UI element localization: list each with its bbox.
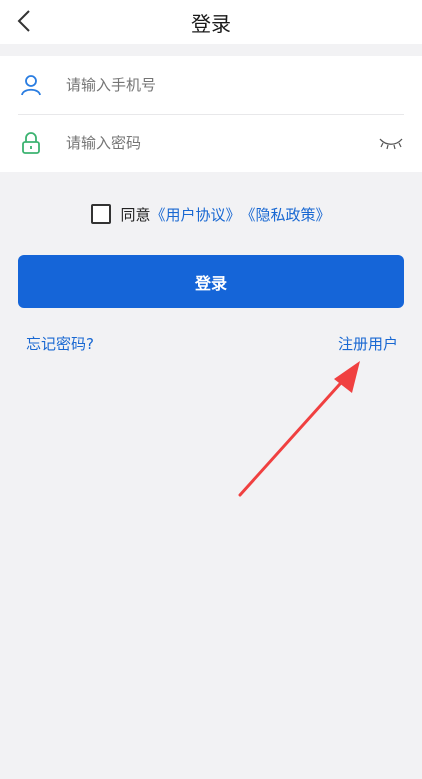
password-row (0, 114, 422, 172)
agree-checkbox[interactable] (91, 204, 112, 224)
user-agreement-link[interactable]: 《用户协议》 (150, 204, 240, 225)
annotation-arrow (238, 361, 360, 497)
register-link[interactable]: 注册用户 (338, 333, 398, 354)
lock-icon (22, 132, 40, 154)
agreement-row: 同意 《用户协议》 《隐私政策》 (0, 200, 422, 228)
page-title: 登录 (191, 11, 231, 36)
agree-prefix: 同意 (120, 205, 151, 224)
chevron-left-icon (17, 10, 30, 32)
forgot-password-link[interactable]: 忘记密码? (26, 333, 94, 354)
phone-row (0, 56, 422, 114)
eye-closed-icon[interactable] (378, 136, 404, 150)
password-input[interactable] (66, 134, 260, 152)
back-button[interactable] (10, 6, 38, 36)
phone-input[interactable] (66, 76, 260, 94)
privacy-policy-link[interactable]: 《隐私政策》 (241, 204, 331, 225)
user-icon (21, 75, 41, 96)
login-form (0, 56, 422, 172)
login-button[interactable]: 登录 (18, 255, 404, 308)
top-nav-bar: 登录 (0, 0, 422, 44)
